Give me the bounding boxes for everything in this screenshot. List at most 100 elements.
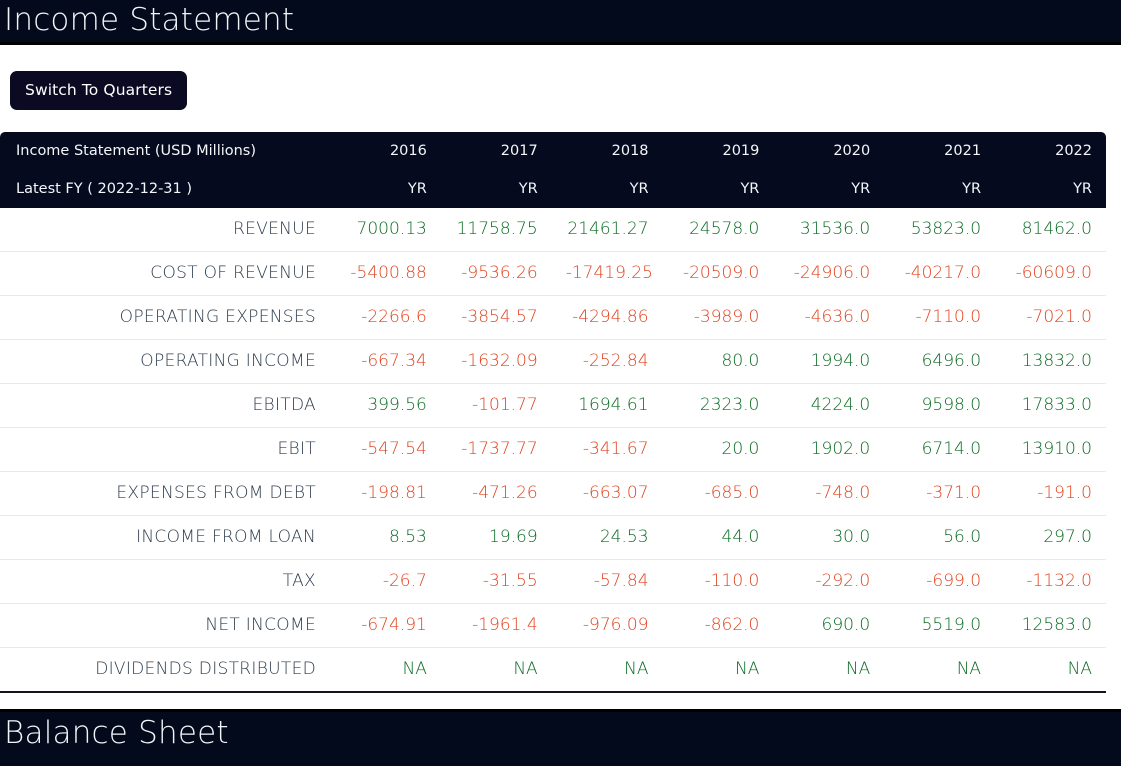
table-cell-value: -341.67	[551, 427, 663, 472]
table-cell-value: NA	[884, 647, 996, 691]
table-cell-value: 1694.61	[551, 383, 663, 428]
balance-sheet-title: Balance Sheet	[4, 715, 229, 751]
table-header-row-years: Income Statement (USD Millions) 2016 201…	[0, 132, 1106, 170]
table-cell-value: 44.0	[662, 515, 774, 560]
table-cell-value: -471.26	[440, 471, 552, 516]
table-cell-value: -699.0	[884, 559, 996, 604]
row-label: TAX	[0, 559, 330, 604]
table-cell-value: 7000.13	[356, 219, 427, 239]
table-cell-value: 13832.0	[995, 339, 1106, 384]
row-label: OPERATING INCOME	[0, 339, 330, 384]
table-cell-value: -976.09	[551, 603, 663, 648]
table-cell-value: -2266.6	[330, 295, 441, 340]
table-row: NET INCOME -674.91 -1961.4 -976.09 -862.0 690…	[0, 603, 1106, 648]
table-cell-value: -667.34	[330, 339, 441, 384]
table-cell-value: NA	[330, 647, 441, 691]
table-cell-value: -40217.0	[884, 251, 996, 296]
toolbar: Switch To Quarters	[0, 45, 1121, 132]
table-cell-value: 17833.0	[995, 383, 1106, 428]
column-header-year[interactable]: 2020	[773, 132, 884, 170]
table-cell-value: -4294.86	[551, 295, 663, 340]
table-row: REVENUE 7000.13 11758.75 21461.27 24578.0 315…	[0, 208, 1106, 252]
column-header-period: YR	[1073, 181, 1092, 197]
table-cell-value: 31536.0	[799, 219, 871, 239]
table-cell-value: -198.81	[330, 471, 441, 516]
table-cell-value: -57.84	[551, 559, 663, 604]
table-cell-value: NA	[662, 647, 774, 691]
table-cell-value: -4636.0	[773, 295, 885, 340]
table-row: TAX -26.7 -31.55 -57.84 -110.0 -292.0 -699.0 -1…	[0, 559, 1106, 604]
table-cell-value: -3989.0	[662, 295, 774, 340]
table-cell-value: 80.0	[662, 339, 774, 384]
table-cell-value: -101.77	[440, 383, 552, 428]
table-cell-value: 690.0	[773, 603, 885, 648]
table-header-row-periods: Latest FY ( 2022-12-31 ) YR YR YR YR YR …	[0, 170, 1106, 208]
table-cell-value: NA	[551, 647, 663, 691]
income-statement-section-header: Income Statement	[0, 0, 1121, 45]
table-cell-value: -674.91	[330, 603, 441, 648]
row-label: REVENUE	[233, 219, 316, 239]
table-cell-value: -1132.0	[995, 559, 1106, 604]
table-corner-label: Income Statement (USD Millions)	[16, 143, 257, 159]
column-header-year[interactable]: 2019	[663, 132, 774, 170]
table-cell-value: -371.0	[884, 471, 996, 516]
table-cell-value: 5519.0	[884, 603, 996, 648]
row-label: INCOME FROM LOAN	[0, 515, 330, 560]
table-cell-value: 4224.0	[773, 383, 885, 428]
table-cell-value: -26.7	[330, 559, 441, 604]
table-row: DIVIDENDS DISTRIBUTED NA NA NA NA NA NA NA	[0, 647, 1106, 691]
table-cell-value: 56.0	[884, 515, 996, 560]
table-cell-value: 24578.0	[689, 219, 760, 239]
table-body: REVENUE 7000.13 11758.75 21461.27 24578.0 315…	[0, 208, 1106, 691]
table-cell-value: 81462.0	[1021, 219, 1092, 239]
column-header-period: YR	[962, 181, 982, 197]
table-cell-value: -1961.4	[440, 603, 552, 648]
table-cell-value: 399.56	[330, 383, 441, 428]
table-cell-value: -748.0	[773, 471, 885, 516]
table-cell-value: 1902.0	[773, 427, 885, 472]
column-header-year[interactable]: 2021	[884, 132, 995, 170]
column-header-period: YR	[407, 181, 427, 197]
row-label: EBIT	[0, 427, 330, 472]
table-cell-value: 21461.27	[567, 219, 649, 239]
table-row: COST OF REVENUE -5400.88 -9536.26 -17419.25…	[0, 251, 1106, 296]
table-cell-value: -685.0	[662, 471, 774, 516]
income-statement-table: Income Statement (USD Millions) 2016 201…	[0, 132, 1106, 691]
income-statement-table-wrapper: Income Statement (USD Millions) 2016 201…	[0, 132, 1106, 693]
table-head: Income Statement (USD Millions) 2016 201…	[0, 132, 1106, 208]
column-header-year[interactable]: 2016	[330, 132, 441, 170]
table-cell-value: 53823.0	[910, 219, 982, 239]
table-cell-value: -9536.26	[440, 251, 552, 296]
table-cell-value: NA	[440, 647, 552, 691]
table-cell-value: -1737.77	[440, 427, 552, 472]
table-cell-value: 20.0	[662, 427, 774, 472]
table-cell-value: -5400.88	[330, 251, 441, 296]
table-cell-value: -862.0	[662, 603, 774, 648]
table-cell-value: -60609.0	[995, 251, 1106, 296]
column-header-year[interactable]: 2022	[995, 132, 1106, 170]
table-cell-value: NA	[995, 647, 1106, 691]
table-row: OPERATING EXPENSES -2266.6 -3854.57 -4294.8…	[0, 295, 1106, 340]
table-row: EBIT -547.54 -1737.77 -341.67 20.0 1902.0 6714…	[0, 427, 1106, 472]
row-label: NET INCOME	[0, 603, 330, 648]
row-label: COST OF REVENUE	[0, 251, 330, 296]
table-cell-value: 12583.0	[995, 603, 1106, 648]
row-label: DIVIDENDS DISTRIBUTED	[0, 647, 330, 691]
table-cell-value: -24906.0	[773, 251, 885, 296]
latest-fy-label: Latest FY ( 2022-12-31 )	[16, 181, 193, 197]
table-cell-value: 297.0	[995, 515, 1106, 560]
column-header-year[interactable]: 2018	[552, 132, 663, 170]
table-cell-value: 24.53	[551, 515, 663, 560]
page-title: Income Statement	[4, 2, 295, 39]
table-cell-value: 30.0	[773, 515, 885, 560]
table-cell-value: -191.0	[995, 471, 1106, 516]
table-cell-value: -3854.57	[440, 295, 552, 340]
row-label: EXPENSES FROM DEBT	[0, 471, 330, 516]
row-label: OPERATING EXPENSES	[0, 295, 330, 340]
table-row: INCOME FROM LOAN 8.53 19.69 24.53 44.0 30.0 56…	[0, 515, 1106, 560]
column-header-year[interactable]: 2017	[441, 132, 552, 170]
table-row: OPERATING INCOME -667.34 -1632.09 -252.84 80…	[0, 339, 1106, 384]
table-cell-value: -7021.0	[995, 295, 1106, 340]
switch-to-quarters-button[interactable]: Switch To Quarters	[10, 71, 188, 110]
